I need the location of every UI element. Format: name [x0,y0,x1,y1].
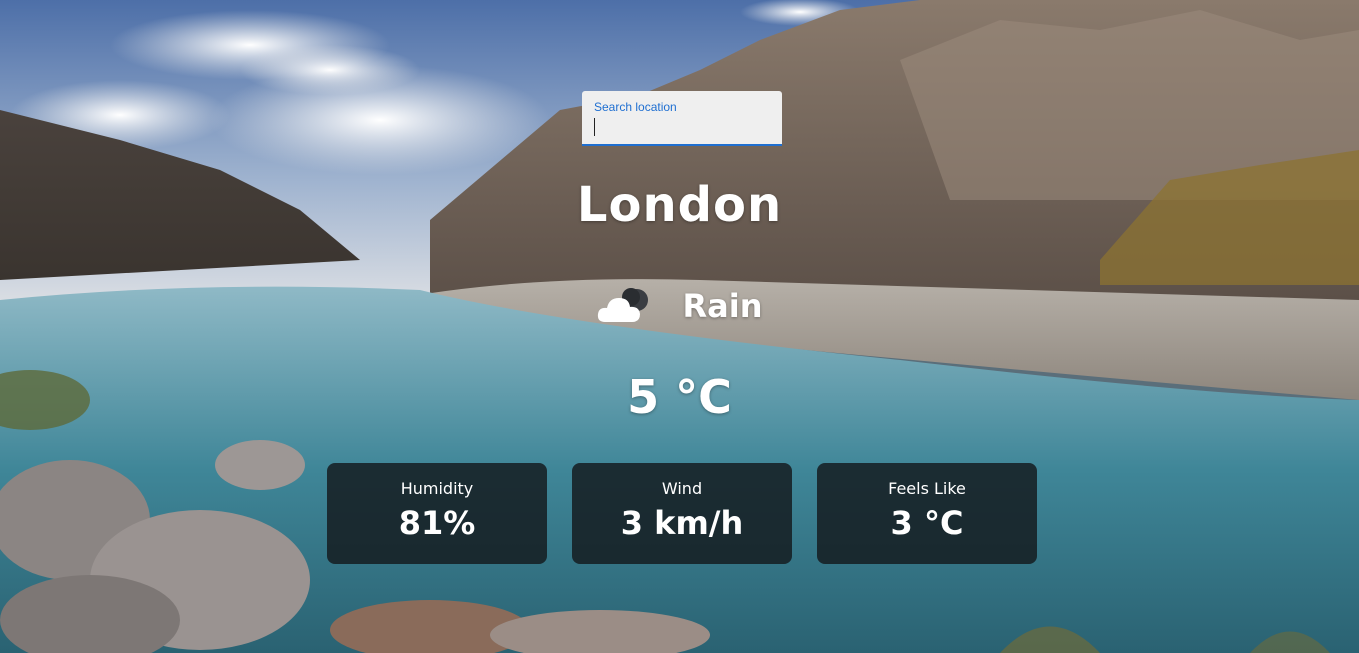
condition-text: Rain [682,287,763,325]
search-field[interactable]: Search location [582,91,782,146]
search-label: Search location [594,100,677,114]
city-name: London [576,177,783,233]
weather-app: Search location London Rain 5 °C Humidit… [0,0,1359,653]
temperature: 5 °C [627,370,732,424]
feels-like-label: Feels Like [888,479,966,498]
stats-cards: Humidity 81% Wind 3 km/h Feels Like 3 °C [327,463,1037,564]
wind-label: Wind [661,479,703,498]
text-caret [594,118,595,136]
feels-like-value: 3 °C [890,504,964,542]
feels-like-card: Feels Like 3 °C [817,463,1037,564]
humidity-card: Humidity 81% [327,463,547,564]
condition-row: Rain [0,276,1359,336]
wind-value: 3 km/h [620,504,744,542]
cloud-rain-night-icon [597,284,653,328]
humidity-value: 81% [398,504,476,542]
humidity-label: Humidity [400,479,474,498]
search-input[interactable] [592,118,768,138]
wind-card: Wind 3 km/h [572,463,792,564]
